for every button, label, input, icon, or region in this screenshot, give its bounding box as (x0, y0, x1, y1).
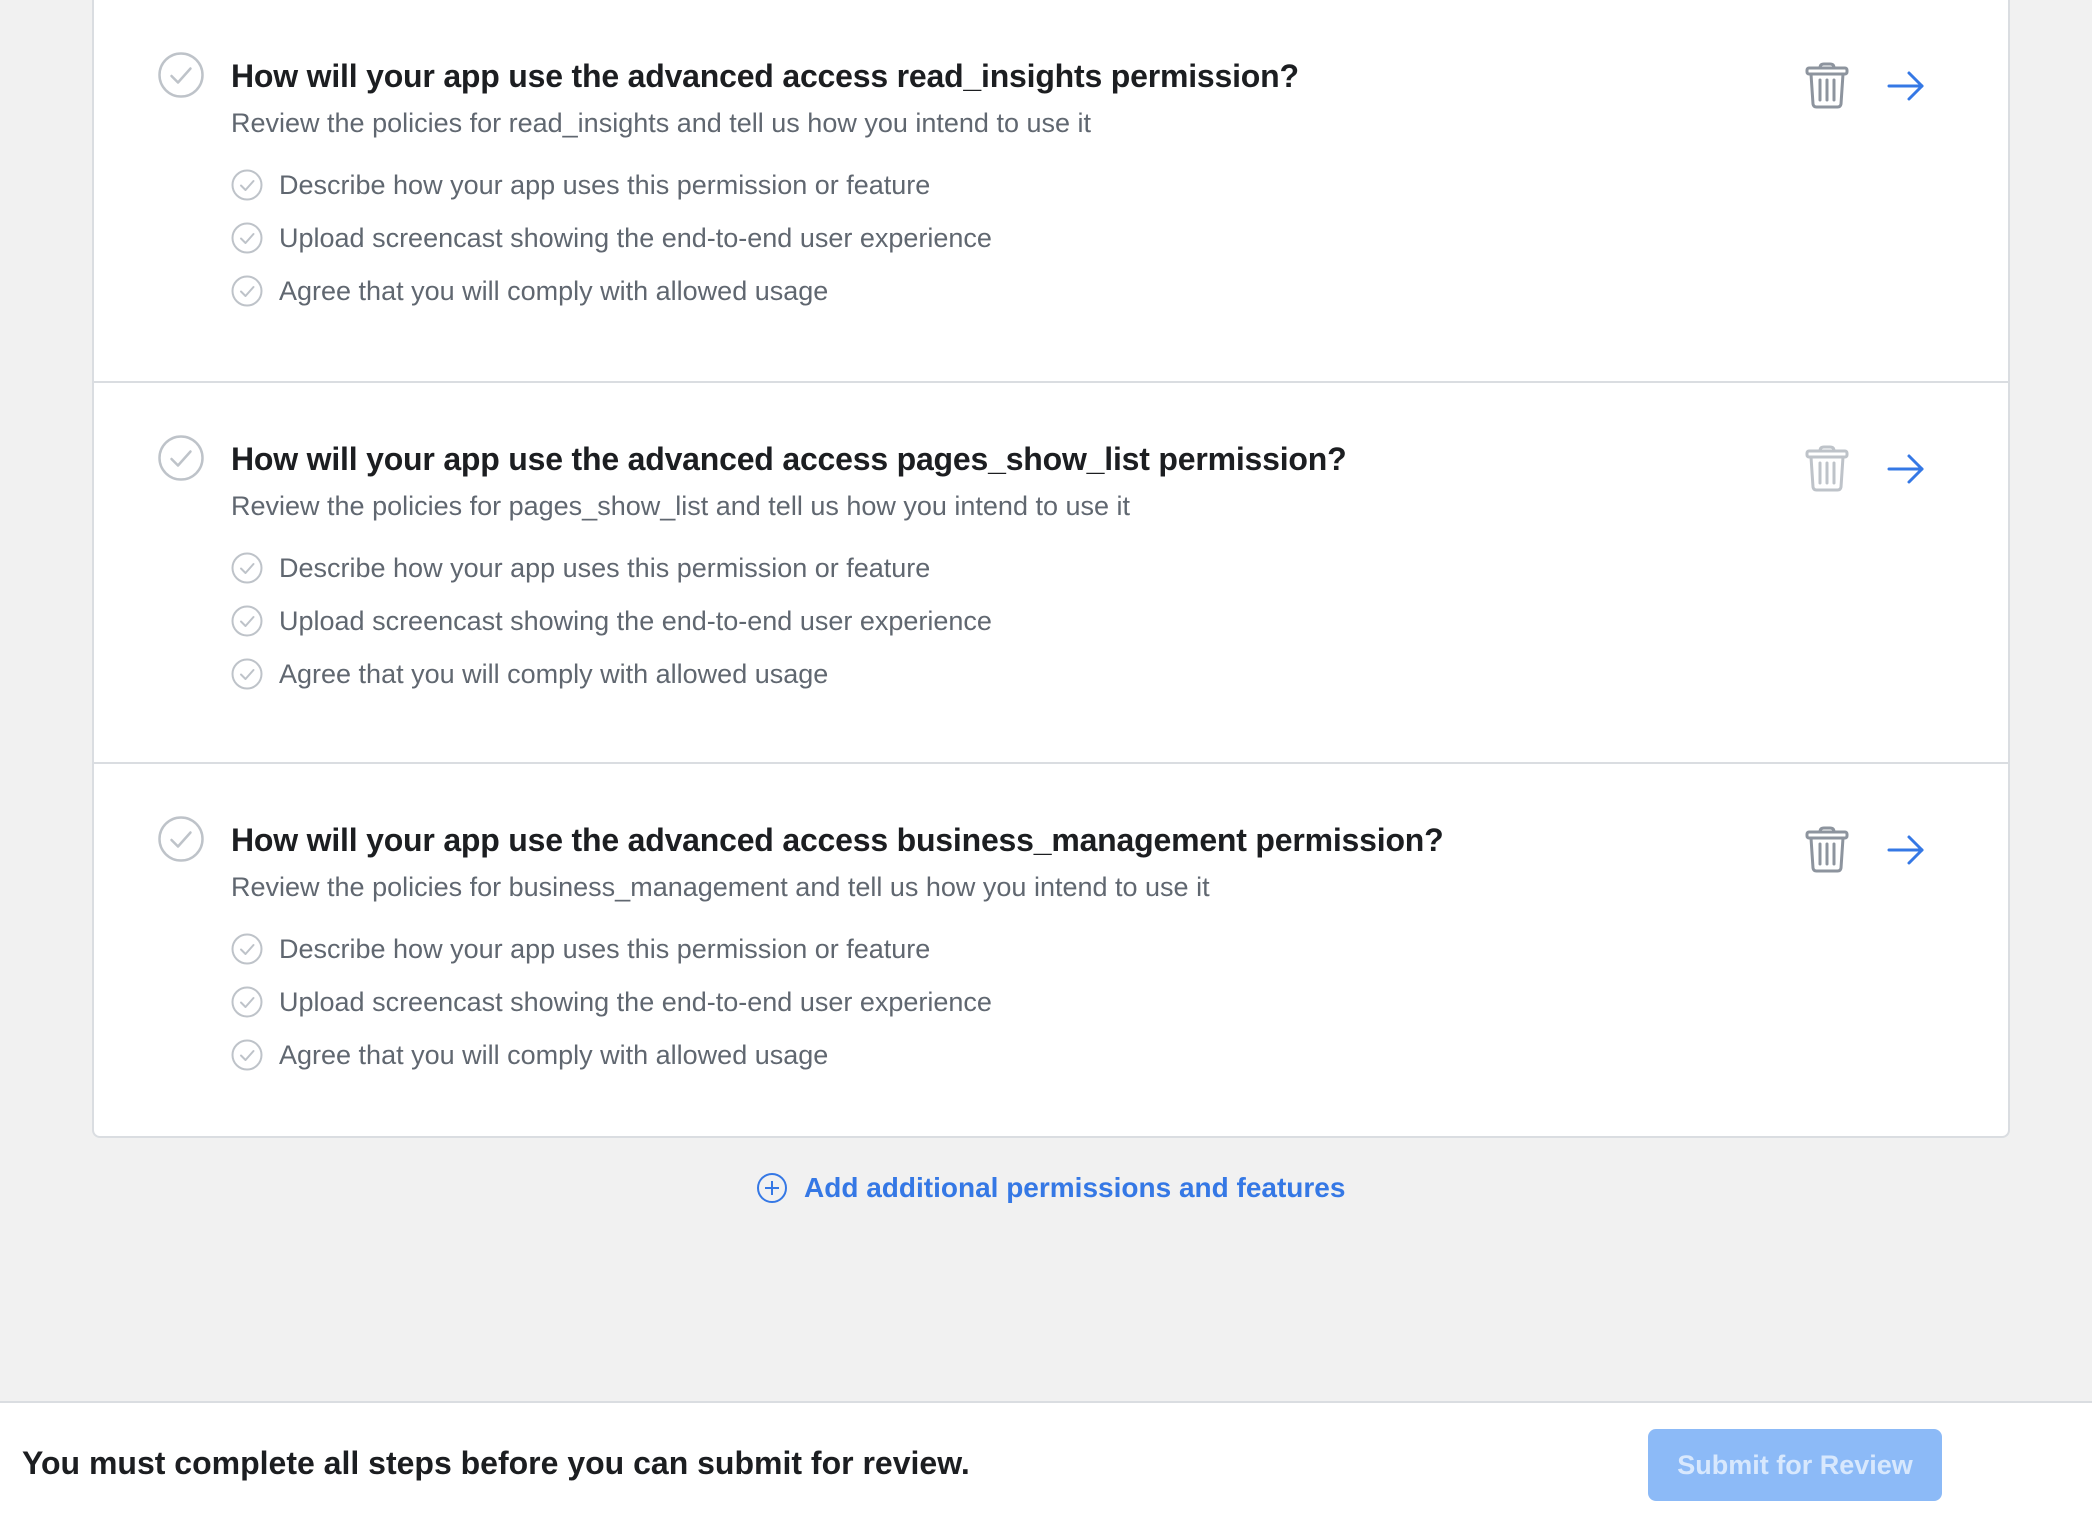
requirement-item: Agree that you will comply with allowed … (231, 274, 828, 308)
requirement-item: Describe how your app uses this permissi… (231, 168, 930, 202)
footer-message: You must complete all steps before you c… (22, 1445, 970, 1481)
check-circle-icon (158, 816, 204, 862)
open-arrow-right-icon[interactable] (1887, 70, 1925, 102)
check-circle-small-icon (231, 986, 263, 1018)
requirement-item: Describe how your app uses this permissi… (231, 551, 930, 585)
requirement-item: Upload screencast showing the end-to-end… (231, 221, 992, 255)
requirement-label: Describe how your app uses this permissi… (279, 169, 931, 200)
requirement-item: Agree that you will comply with allowed … (231, 1038, 828, 1072)
open-arrow-right-icon[interactable] (1887, 834, 1925, 866)
delete-trash-icon[interactable] (1804, 824, 1850, 874)
delete-trash-icon[interactable] (1804, 443, 1850, 493)
requirement-label: Agree that you will comply with allowed … (279, 1039, 829, 1070)
check-circle-small-icon (231, 169, 263, 201)
check-circle-small-icon (231, 605, 263, 637)
permission-section-3: How will your app use the advanced acces… (94, 762, 2008, 1143)
permission-subtitle: Review the policies for read_insights an… (231, 108, 1091, 138)
requirement-label: Upload screencast showing the end-to-end… (279, 986, 992, 1017)
requirement-label: Agree that you will comply with allowed … (279, 275, 829, 306)
permission-section-2: How will your app use the advanced acces… (94, 381, 2008, 762)
permission-subtitle: Review the policies for pages_show_list … (231, 491, 1131, 521)
requirement-item: Agree that you will comply with allowed … (231, 657, 828, 691)
check-circle-small-icon (231, 275, 263, 307)
check-circle-small-icon (231, 552, 263, 584)
check-circle-small-icon (231, 222, 263, 254)
permissions-card: How will your app use the advanced acces… (92, 0, 2010, 1138)
permission-section-1: How will your app use the advanced acces… (94, 0, 2008, 381)
requirement-item: Upload screencast showing the end-to-end… (231, 604, 992, 638)
check-circle-small-icon (231, 1039, 263, 1071)
requirement-label: Describe how your app uses this permissi… (279, 552, 931, 583)
check-circle-small-icon (231, 658, 263, 690)
requirement-label: Upload screencast showing the end-to-end… (279, 222, 992, 253)
delete-trash-icon[interactable] (1804, 60, 1850, 110)
permission-subtitle: Review the policies for business_managem… (231, 872, 1210, 902)
permission-title[interactable]: How will your app use the advanced acces… (231, 822, 1444, 859)
requirement-item: Describe how your app uses this permissi… (231, 932, 930, 966)
add-permissions-label: Add additional permissions and features (804, 1172, 1346, 1203)
permission-title[interactable]: How will your app use the advanced acces… (231, 58, 1299, 95)
requirement-label: Upload screencast showing the end-to-end… (279, 605, 992, 636)
requirement-label: Describe how your app uses this permissi… (279, 933, 931, 964)
permission-title[interactable]: How will your app use the advanced acces… (231, 441, 1347, 478)
submit-for-review-button[interactable]: Submit for Review (1648, 1429, 1942, 1501)
footer-bar: You must complete all steps before you c… (0, 1401, 2092, 1524)
requirement-label: Agree that you will comply with allowed … (279, 658, 829, 689)
requirement-item: Upload screencast showing the end-to-end… (231, 985, 992, 1019)
open-arrow-right-icon[interactable] (1887, 453, 1925, 485)
plus-circle-icon (757, 1173, 787, 1203)
check-circle-icon (158, 52, 204, 98)
add-permissions-link[interactable]: Add additional permissions and features (756, 1172, 1345, 1204)
check-circle-small-icon (231, 933, 263, 965)
check-circle-icon (158, 435, 204, 481)
